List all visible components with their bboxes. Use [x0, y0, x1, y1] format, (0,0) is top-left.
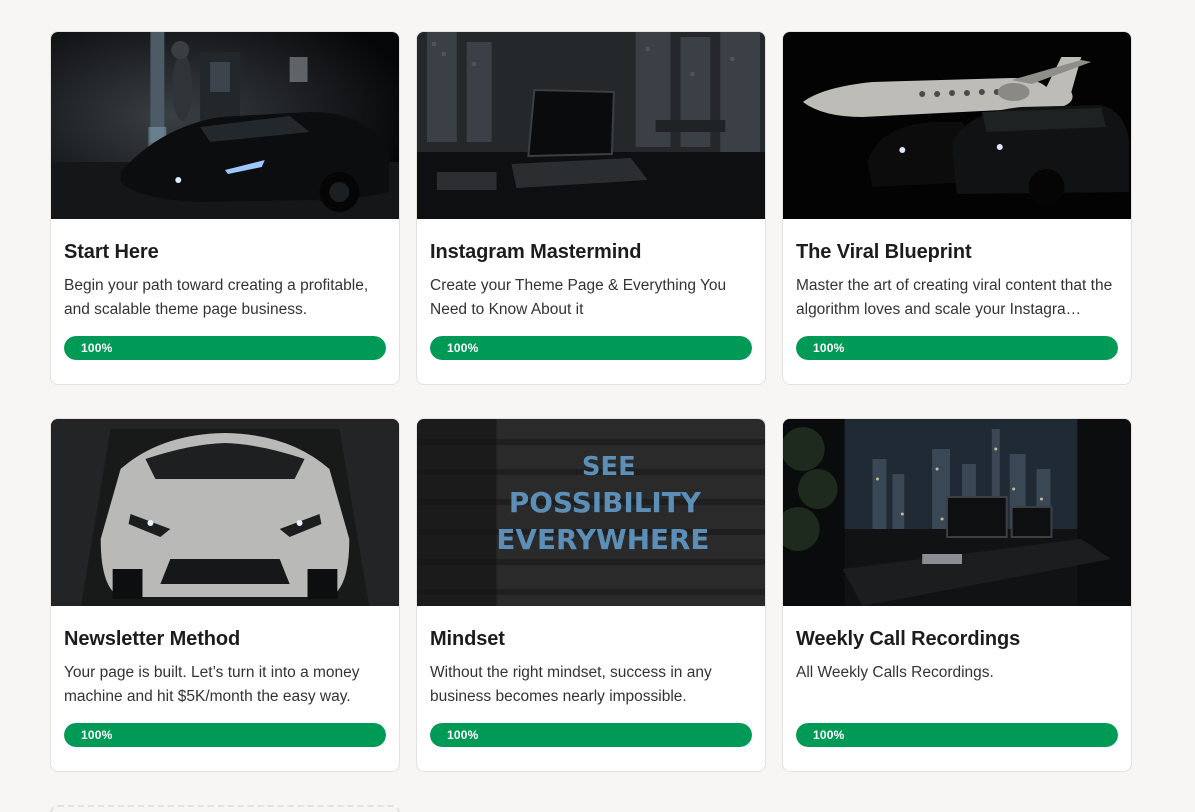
- progress-fill: 100%: [64, 336, 386, 360]
- course-card-mindset[interactable]: SEE POSSIBILITY EVERYWHERE Mindset Witho…: [416, 418, 766, 772]
- course-card-viral-blueprint[interactable]: The Viral Blueprint Master the art of cr…: [782, 31, 1132, 385]
- course-description: Master the art of creating viral content…: [796, 277, 1113, 318]
- progress-label: 100%: [447, 341, 479, 355]
- course-thumbnail[interactable]: SEE POSSIBILITY EVERYWHERE: [417, 419, 765, 606]
- course-title[interactable]: Start Here: [64, 240, 386, 264]
- progress-label: 100%: [81, 728, 113, 742]
- progress-fill: 100%: [796, 336, 1118, 360]
- progress-fill: 100%: [430, 336, 752, 360]
- course-card-newsletter-method[interactable]: Newsletter Method Your page is built. Le…: [50, 418, 400, 772]
- course-description: Begin your path toward creating a profit…: [64, 277, 369, 318]
- course-thumbnail[interactable]: [783, 32, 1131, 219]
- progress-fill: 100%: [430, 723, 752, 747]
- sign-line-1: SEE: [582, 452, 636, 482]
- supercar-night-image: [51, 32, 399, 219]
- course-thumbnail[interactable]: [51, 419, 399, 606]
- course-description: Without the right mindset, success in an…: [430, 664, 712, 705]
- course-description: Create your Theme Page & Everything You …: [430, 277, 727, 318]
- progress-fill: 100%: [64, 723, 386, 747]
- course-thumbnail[interactable]: [417, 32, 765, 219]
- possibility-sign-image: SEE POSSIBILITY EVERYWHERE: [417, 419, 765, 606]
- sign-line-2: POSSIBILITY: [509, 486, 702, 519]
- progress-label: 100%: [813, 728, 845, 742]
- course-progress-bar: 100%: [430, 336, 752, 360]
- progress-label: 100%: [81, 341, 113, 355]
- white-supercar-image: [51, 419, 399, 606]
- course-title[interactable]: Mindset: [430, 627, 752, 651]
- course-progress-bar: 100%: [796, 723, 1118, 747]
- course-description: All Weekly Calls Recordings.: [796, 664, 994, 681]
- progress-fill: 100%: [796, 723, 1118, 747]
- course-progress-bar: 100%: [64, 723, 386, 747]
- office-skyline-image: [783, 419, 1131, 606]
- course-description: Your page is built. Let’s turn it into a…: [64, 664, 360, 705]
- course-title[interactable]: Instagram Mastermind: [430, 240, 752, 264]
- progress-label: 100%: [813, 341, 845, 355]
- course-progress-bar: 100%: [430, 723, 752, 747]
- course-title[interactable]: The Viral Blueprint: [796, 240, 1118, 264]
- progress-label: 100%: [447, 728, 479, 742]
- course-card-weekly-call-recordings[interactable]: Weekly Call Recordings All Weekly Calls …: [782, 418, 1132, 772]
- laptop-desk-image: [417, 32, 765, 219]
- private-jet-image: [783, 32, 1131, 219]
- course-progress-bar: 100%: [64, 336, 386, 360]
- course-progress-bar: 100%: [796, 336, 1118, 360]
- sign-line-3: EVERYWHERE: [496, 523, 709, 556]
- course-card-start-here[interactable]: Start Here Begin your path toward creati…: [50, 31, 400, 385]
- course-grid: Start Here Begin your path toward creati…: [50, 31, 1132, 772]
- course-title[interactable]: Weekly Call Recordings: [796, 627, 1118, 651]
- course-title[interactable]: Newsletter Method: [64, 627, 386, 651]
- add-course-placeholder[interactable]: [50, 805, 400, 812]
- course-thumbnail[interactable]: [51, 32, 399, 219]
- course-card-instagram-mastermind[interactable]: Instagram Mastermind Create your Theme P…: [416, 31, 766, 385]
- course-thumbnail[interactable]: [783, 419, 1131, 606]
